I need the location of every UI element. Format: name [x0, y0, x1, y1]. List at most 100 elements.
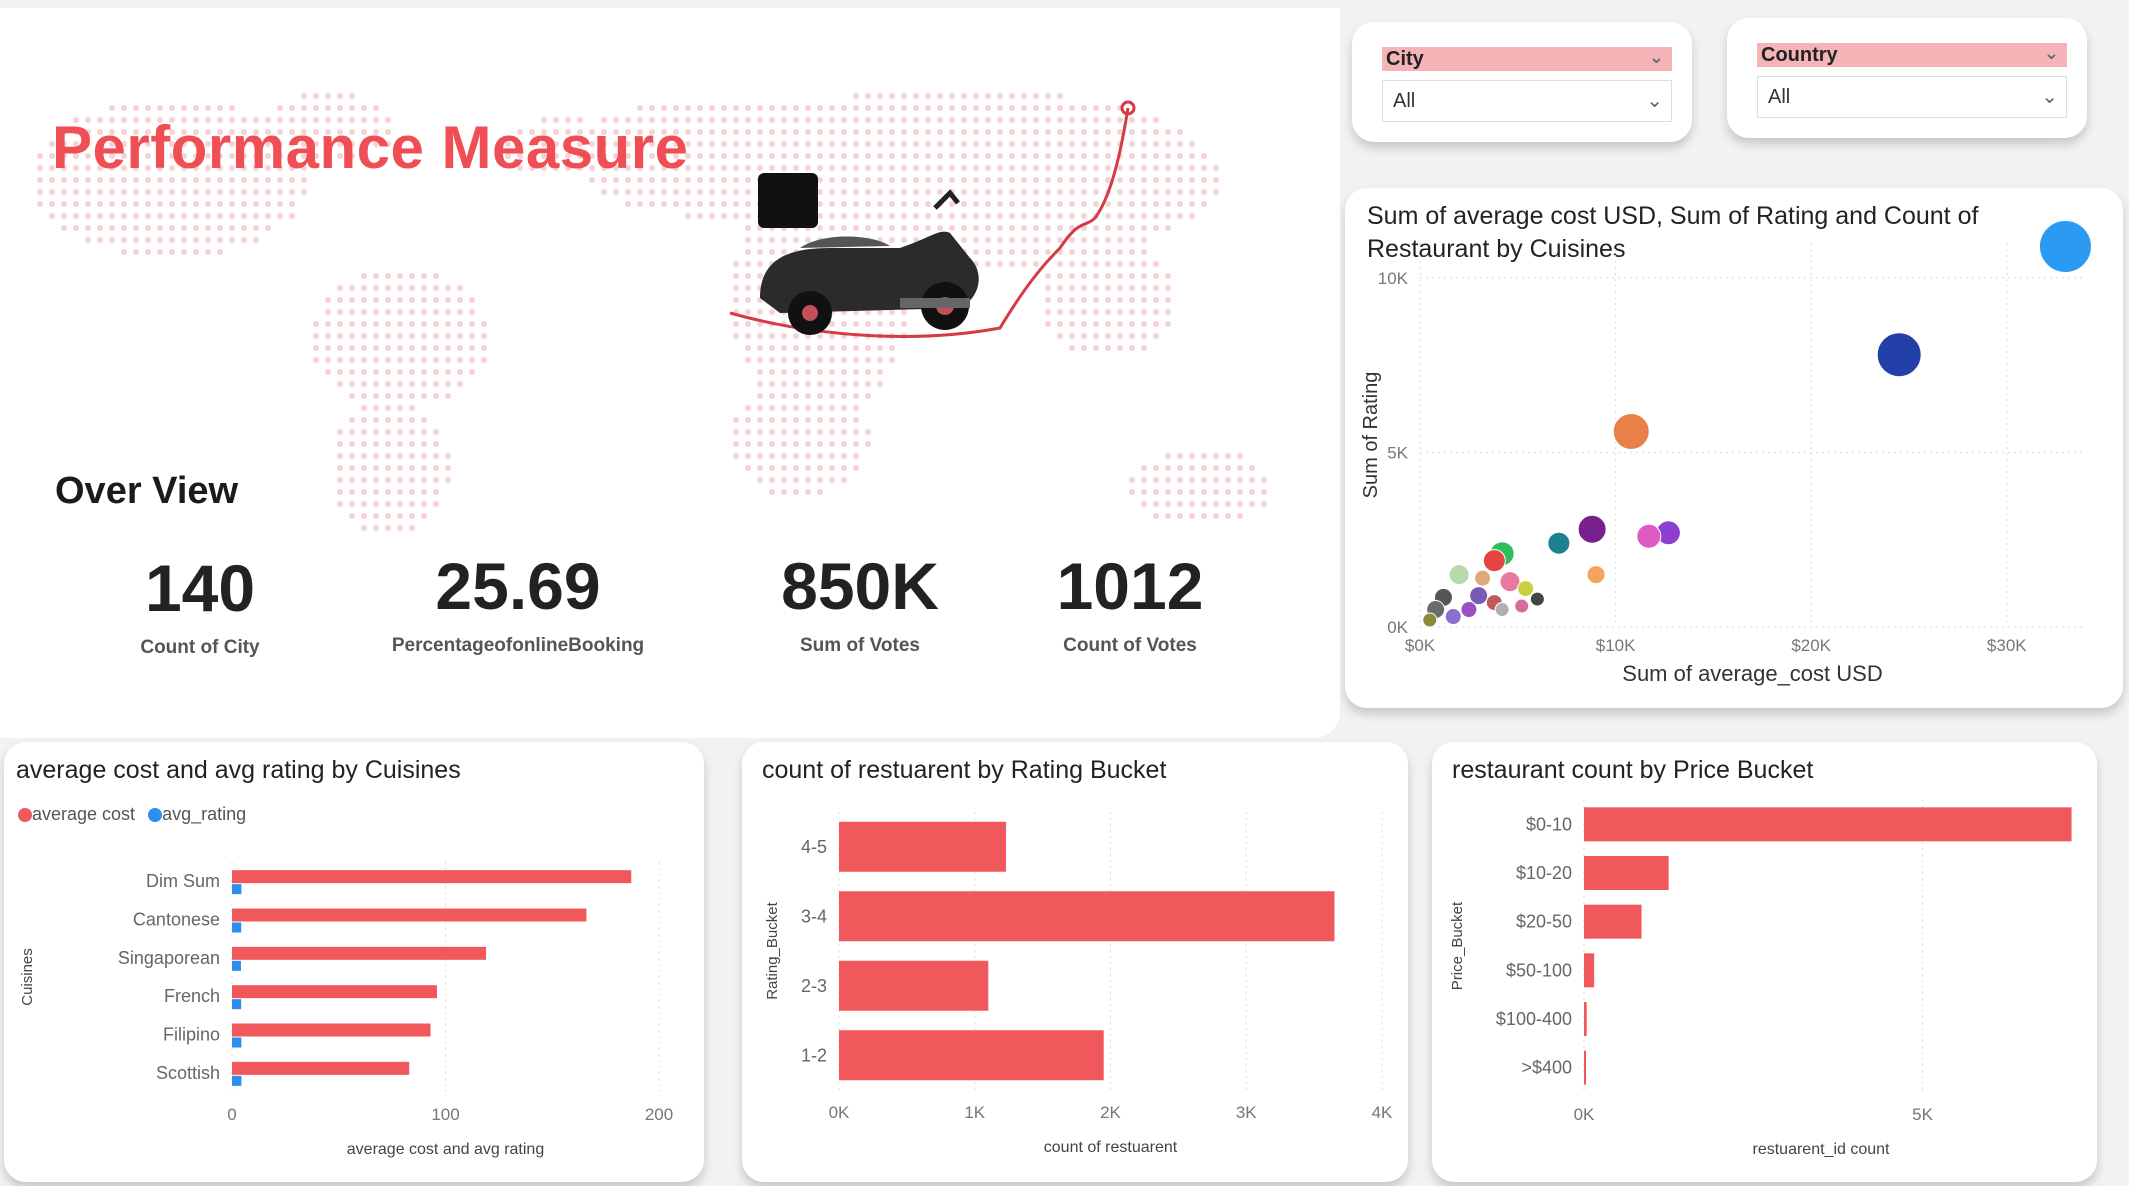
kpi-count-of-city-label: Count of City	[140, 637, 260, 658]
bar-category-label: Dim Sum	[146, 871, 220, 891]
delivery-scooter-icon	[729, 100, 1136, 338]
bar-category-label: $50-100	[1506, 960, 1572, 980]
bar-category-label: $0-10	[1526, 814, 1572, 834]
scatter-point	[1636, 523, 1662, 549]
bar	[839, 960, 989, 1011]
bar	[1584, 953, 1595, 988]
scatter-point	[1460, 601, 1478, 619]
bar-category-label: 2-3	[801, 976, 827, 996]
scatter-ytick-label: 5K	[1387, 443, 1408, 462]
scatter-point	[1586, 565, 1606, 585]
bar-x-axis-title: count of restuarent	[1044, 1139, 1178, 1156]
bar	[1584, 1050, 1586, 1085]
scatter-chart[interactable]: 0K 5K 10K $0K $10K $20K $30K Sum of average_cos…	[1345, 188, 2123, 708]
bar-category-label: $10-20	[1516, 863, 1572, 883]
rating-bar-chart[interactable]: 0K 1K 2K 3K 4K4-53-42-31-2count of restuaren…	[742, 742, 1408, 1182]
kpi-online-booking-value: 25.69	[435, 549, 601, 623]
bar-avg-rating	[232, 884, 242, 895]
hero-panel: Performance Measure Over View 140 Count …	[0, 8, 1340, 738]
scatter-point	[1876, 332, 1922, 378]
bar	[1584, 856, 1669, 890]
bar	[1584, 904, 1642, 939]
bar-xtick-label: 100	[431, 1105, 459, 1124]
scatter-ytick-label: 0K	[1387, 618, 1408, 637]
bar-category-label: Cantonese	[133, 910, 220, 930]
scatter-xtick-label: $20K	[1791, 636, 1831, 655]
country-dropdown[interactable]: All ⌄	[1757, 76, 2067, 118]
scatter-point	[1422, 612, 1438, 628]
bar-category-label: Scottish	[156, 1063, 220, 1083]
bar-average-cost	[232, 870, 632, 884]
city-slicer-header: City ⌄	[1382, 47, 1672, 71]
overview-heading: Over View	[55, 470, 239, 512]
bar-category-label: Filipino	[163, 1025, 220, 1045]
city-dropdown-value: All	[1393, 90, 1416, 112]
scatter-point	[1529, 591, 1545, 607]
bar-category-label: $100-400	[1496, 1009, 1572, 1029]
cuisines-bar-chart[interactable]: 0 100 200 Dim Sum Cantonese Singaporean French…	[4, 742, 704, 1182]
bar-y-axis-title: Rating_Bucket	[764, 901, 781, 999]
bar-average-cost	[232, 1023, 431, 1037]
scatter-point	[1494, 602, 1510, 618]
scatter-chart-card: Sum of average cost USD, Sum of Rating a…	[1345, 188, 2123, 708]
scatter-point	[1547, 531, 1571, 555]
scatter-ytick-label: 10K	[1378, 269, 1409, 288]
bar-category-label: $20-50	[1516, 912, 1572, 932]
city-dropdown[interactable]: All ⌄	[1382, 80, 1672, 122]
chevron-down-icon[interactable]: ⌄	[2044, 41, 2059, 65]
chevron-down-icon[interactable]: ⌄	[1646, 81, 1663, 121]
bar-xtick-label: 0K	[1574, 1105, 1595, 1124]
bar-xtick-label: 0K	[829, 1103, 850, 1122]
bar-avg-rating	[232, 922, 242, 933]
kpi-count-of-votes-label: Count of Votes	[1063, 635, 1197, 656]
bar-category-label: 1-2	[801, 1045, 827, 1065]
scatter-xtick-label: $30K	[1987, 636, 2027, 655]
bar-avg-rating	[232, 960, 241, 971]
chevron-down-icon[interactable]: ⌄	[2041, 77, 2058, 117]
price-chart-card: restaurant count by Price Bucket 0K 5K $0-…	[1432, 742, 2097, 1182]
scatter-point	[1499, 571, 1521, 593]
bar-xtick-label: 1K	[964, 1103, 985, 1122]
scatter-point	[1474, 569, 1492, 587]
bar-xtick-label: 4K	[1372, 1103, 1393, 1122]
scatter-point	[1482, 549, 1506, 573]
bar-avg-rating	[232, 1037, 242, 1048]
bar-category-label: Singaporean	[118, 948, 220, 968]
kpi-online-booking-label: PercentageofonlineBooking	[391, 635, 645, 656]
price-bar-chart[interactable]: 0K 5K $0-10 $10-20 $20-50 $50-100 $100-400 >$40…	[1432, 742, 2097, 1182]
bar	[839, 891, 1335, 942]
bar-category-label: 3-4	[801, 906, 827, 926]
country-slicer: Country ⌄ All ⌄	[1727, 18, 2087, 138]
scatter-point	[1514, 598, 1530, 614]
bar-x-axis-title: average cost and avg rating	[347, 1141, 544, 1158]
bar-average-cost	[232, 908, 587, 922]
bar	[1584, 1002, 1587, 1036]
bar-avg-rating	[232, 999, 242, 1010]
chevron-down-icon[interactable]: ⌄	[1649, 45, 1664, 69]
country-slicer-header: Country ⌄	[1757, 43, 2067, 67]
bar-average-cost	[232, 985, 437, 999]
country-dropdown-value: All	[1768, 86, 1791, 108]
bar-category-label: French	[164, 986, 220, 1006]
bar-y-axis-title: Cuisines	[19, 948, 36, 1006]
bar-average-cost	[232, 946, 487, 960]
scatter-x-axis-title: Sum of average_cost USD	[1622, 661, 1882, 686]
bar-x-axis-title: restuarent_id count	[1753, 1141, 1891, 1158]
city-slicer: City ⌄ All ⌄	[1352, 22, 1692, 142]
bar-average-cost	[232, 1061, 410, 1075]
kpi-count-of-city-value: 140	[144, 551, 256, 625]
bar-xtick-label: 3K	[1236, 1103, 1257, 1122]
bar-xtick-label: 2K	[1100, 1103, 1121, 1122]
bar	[1584, 807, 2072, 842]
country-slicer-label: Country	[1761, 44, 1838, 66]
bar	[839, 1030, 1104, 1081]
rating-chart-card: count of restuarent by Rating Bucket 0K 1…	[742, 742, 1408, 1182]
bar-xtick-label: 5K	[1912, 1105, 1933, 1124]
bar-xtick-label: 0	[227, 1105, 236, 1124]
bar-y-axis-title: Price_Bucket	[1449, 901, 1466, 990]
city-slicer-label: City	[1386, 48, 1424, 70]
bar-avg-rating	[232, 1075, 242, 1086]
scatter-point	[1577, 514, 1607, 544]
scatter-xtick-label: $0K	[1405, 636, 1436, 655]
scatter-point	[1444, 608, 1462, 626]
